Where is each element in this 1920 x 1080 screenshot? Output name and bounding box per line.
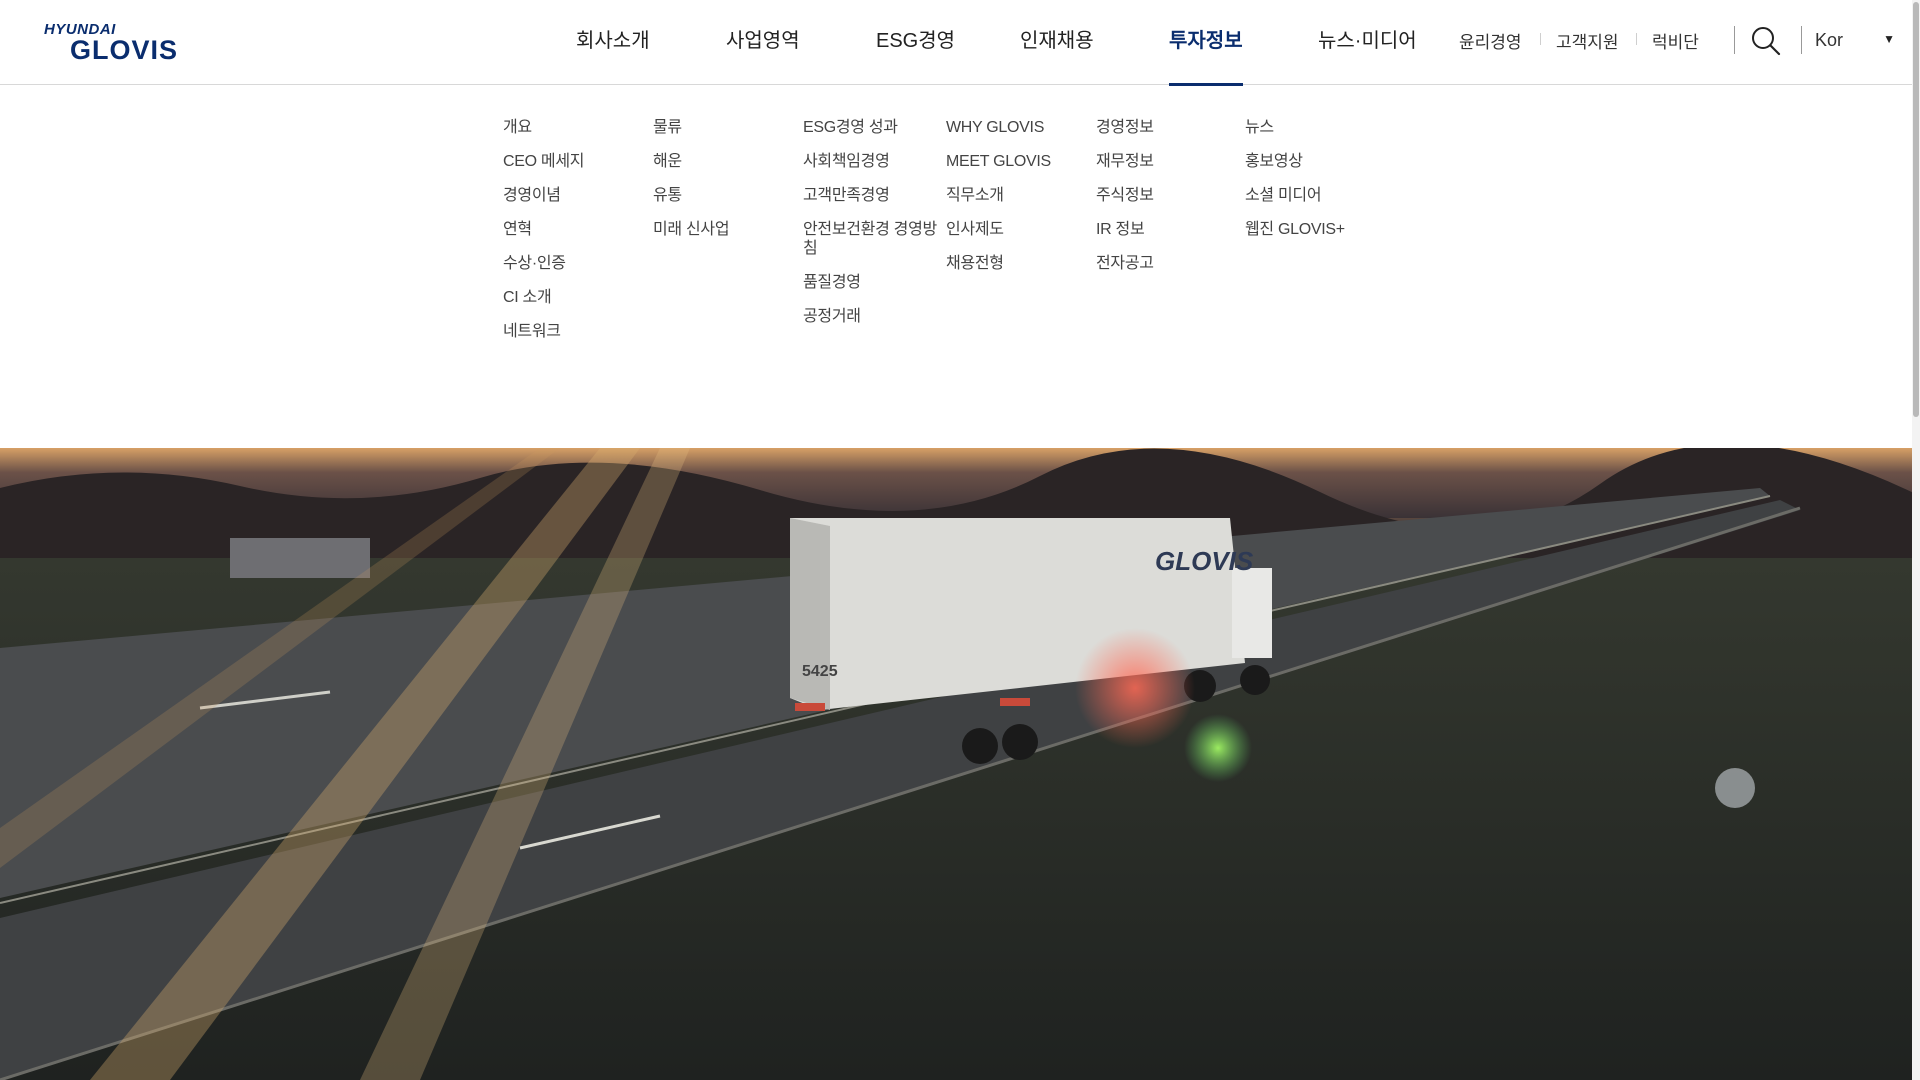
page-scrollbar[interactable] — [1912, 0, 1920, 1080]
caret-down-icon: ▼ — [1883, 32, 1895, 46]
submenu-item[interactable]: 경영정보 — [1096, 118, 1241, 137]
submenu-item[interactable]: 사회책임경영 — [803, 152, 948, 171]
gnb-news-media[interactable]: 뉴스·미디어 — [1318, 0, 1417, 85]
submenu-column-news: 뉴스 홍보영상 소셜 미디어 웹진 GLOVIS+ — [1245, 118, 1390, 254]
submenu-item[interactable]: CEO 메세지 — [503, 152, 648, 171]
util-support-link[interactable]: 고객지원 — [1556, 28, 1619, 53]
language-label: Kor — [1815, 30, 1844, 50]
submenu-item[interactable]: 채용전형 — [946, 254, 1091, 273]
trailer-number-text: 5425 — [802, 663, 838, 680]
submenu-item[interactable]: 공정거래 — [803, 307, 948, 326]
header-divider — [1801, 26, 1802, 54]
gnb-business[interactable]: 사업영역 — [726, 0, 800, 85]
submenu-item[interactable]: 네트워크 — [503, 322, 648, 341]
header-divider — [1734, 26, 1735, 54]
submenu-column-careers: WHY GLOVIS MEET GLOVIS 직무소개 인사제도 채용전형 — [946, 118, 1091, 288]
gnb-esg[interactable]: ESG경영 — [876, 0, 955, 85]
submenu-item[interactable]: 홍보영상 — [1245, 152, 1390, 171]
submenu-item[interactable]: 안전보건환경 경영방침 — [803, 220, 943, 258]
submenu-column-investors: 경영정보 재무정보 주식정보 IR 정보 전자공고 — [1096, 118, 1241, 288]
submenu-column-esg: ESG경영 성과 사회책임경영 고객만족경영 안전보건환경 경영방침 품질경영 … — [803, 118, 948, 341]
submenu-item[interactable]: 웹진 GLOVIS+ — [1245, 220, 1390, 239]
gnb-investors[interactable]: 투자정보 — [1169, 0, 1243, 86]
hero-truck-highway-image: GLOVIS 5425 — [0, 448, 1920, 1080]
submenu-item[interactable]: 해운 — [653, 152, 798, 171]
submenu-item[interactable]: 소셜 미디어 — [1245, 186, 1390, 205]
submenu-item[interactable]: 물류 — [653, 118, 798, 137]
submenu-item[interactable]: 주식정보 — [1096, 186, 1241, 205]
submenu-item[interactable]: 고객만족경영 — [803, 186, 948, 205]
submenu-item[interactable]: WHY GLOVIS — [946, 118, 1091, 137]
submenu-item[interactable]: IR 정보 — [1096, 220, 1241, 239]
submenu-item[interactable]: 전자공고 — [1096, 254, 1241, 273]
submenu-item[interactable]: 뉴스 — [1245, 118, 1390, 137]
language-selector[interactable]: Kor ▼ — [1815, 28, 1895, 56]
hero-visual[interactable]: GLOVIS 5425 — [0, 448, 1920, 1080]
util-rugby-link[interactable]: 럭비단 — [1652, 28, 1699, 53]
submenu-item[interactable]: 수상·인증 — [503, 254, 648, 273]
site-header: HYUNDAI GLOVIS 회사소개 사업영역 ESG경영 인재채용 투자정보… — [0, 0, 1920, 86]
search-button[interactable] — [1750, 25, 1782, 57]
submenu-item[interactable]: 직무소개 — [946, 186, 1091, 205]
submenu-item[interactable]: 품질경영 — [803, 273, 948, 292]
submenu-item[interactable]: 유통 — [653, 186, 798, 205]
hyundai-glovis-logo[interactable]: HYUNDAI GLOVIS — [44, 21, 209, 65]
submenu-item[interactable]: MEET GLOVIS — [946, 152, 1091, 171]
submenu-item[interactable]: 경영이념 — [503, 186, 648, 205]
submenu-item[interactable]: ESG경영 성과 — [803, 118, 948, 137]
submenu-item[interactable]: 미래 신사업 — [653, 220, 798, 239]
util-divider — [1540, 33, 1541, 45]
submenu-item[interactable]: 인사제도 — [946, 220, 1091, 239]
submenu-item[interactable]: 재무정보 — [1096, 152, 1241, 171]
util-divider — [1636, 33, 1637, 45]
search-icon — [1752, 27, 1781, 56]
mega-menu-panel: 개요 CEO 메세지 경영이념 연혁 수상·인증 CI 소개 네트워크 물류 해… — [0, 86, 1920, 448]
submenu-item[interactable]: CI 소개 — [503, 288, 648, 307]
gnb-company[interactable]: 회사소개 — [576, 0, 650, 85]
submenu-column-business: 물류 해운 유통 미래 신사업 — [653, 118, 798, 254]
gnb-careers[interactable]: 인재채용 — [1020, 0, 1094, 85]
submenu-item[interactable]: 연혁 — [503, 220, 648, 239]
logo-glovis-text: GLOVIS — [70, 35, 179, 65]
submenu-column-company: 개요 CEO 메세지 경영이념 연혁 수상·인증 CI 소개 네트워크 — [503, 118, 648, 356]
truck-logo-text: GLOVIS — [1155, 546, 1254, 576]
scrollbar-thumb[interactable] — [1913, 2, 1919, 417]
util-ethics-link[interactable]: 윤리경영 — [1459, 28, 1522, 53]
submenu-item[interactable]: 개요 — [503, 118, 648, 137]
